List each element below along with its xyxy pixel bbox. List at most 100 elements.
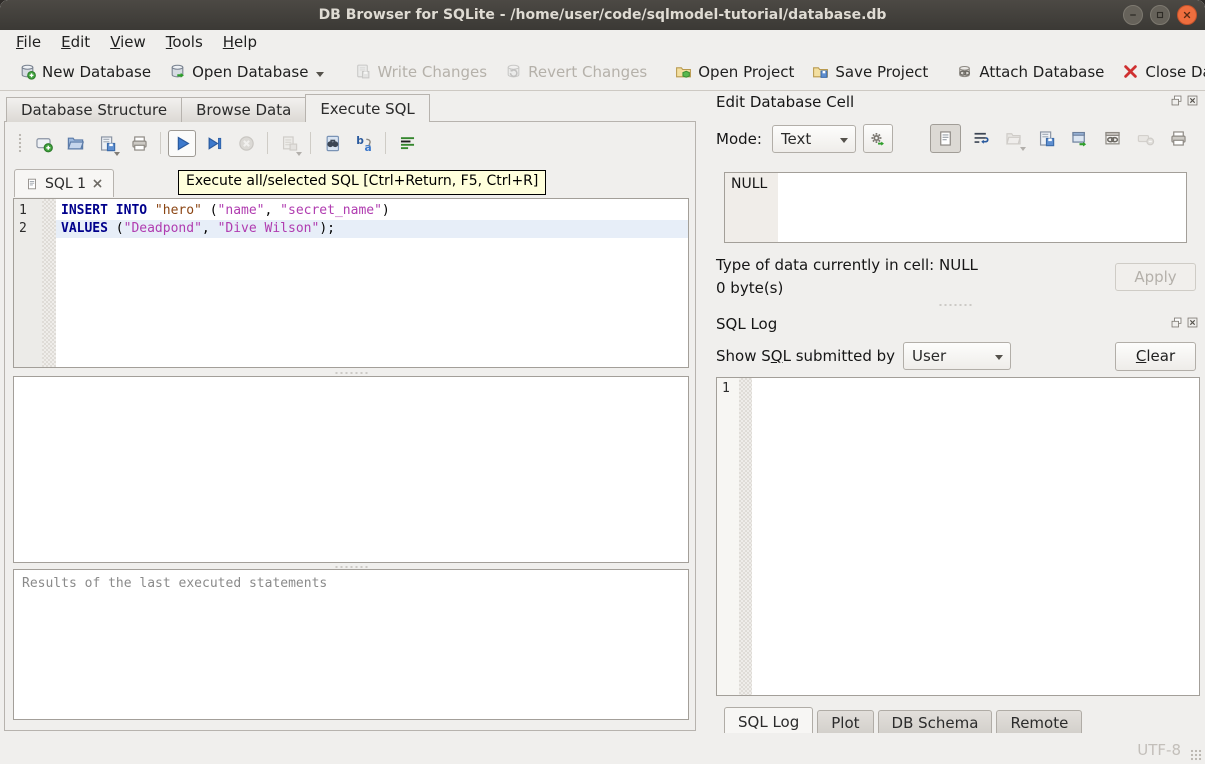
encoding-label: UTF-8 xyxy=(1137,741,1181,759)
save-sql-file-button[interactable] xyxy=(93,130,121,157)
sql-tab-close-icon[interactable] xyxy=(92,178,103,189)
dock-float-icon[interactable] xyxy=(1170,94,1183,107)
show-sql-label: Show SQL submitted by xyxy=(716,347,895,365)
close-button[interactable] xyxy=(1177,5,1197,25)
sql-document-icon xyxy=(25,177,39,191)
menu-file[interactable]: File xyxy=(6,32,51,52)
save-project-icon xyxy=(812,63,829,80)
format-sql-icon xyxy=(398,134,417,153)
write-changes-button[interactable]: Write Changes xyxy=(345,58,496,86)
open-database-button[interactable]: Open Database xyxy=(160,58,333,86)
revert-changes-button[interactable]: Revert Changes xyxy=(496,58,656,86)
text-mode-toggle[interactable] xyxy=(930,124,961,153)
stop-execution-button[interactable] xyxy=(232,130,260,157)
mode-select[interactable]: Text xyxy=(772,125,856,153)
menu-edit[interactable]: Edit xyxy=(51,32,100,52)
dock-float-icon[interactable] xyxy=(1170,316,1183,329)
minimize-button[interactable] xyxy=(1123,5,1143,25)
export-cell-button[interactable] xyxy=(1033,126,1060,152)
tab-db-schema[interactable]: DB Schema xyxy=(878,710,993,734)
code-line[interactable]: 2VALUES ("Deadpond", "Dive Wilson"); xyxy=(14,220,688,238)
left-pane: Database Structure Browse Data Execute S… xyxy=(0,91,700,733)
cell-editor[interactable]: NULL xyxy=(724,172,1187,243)
tab-database-structure[interactable]: Database Structure xyxy=(6,97,182,122)
results-message-area[interactable]: Results of the last executed statements xyxy=(13,569,689,720)
tab-plot[interactable]: Plot xyxy=(817,710,873,734)
apply-button[interactable]: Apply xyxy=(1115,263,1196,291)
new-database-icon xyxy=(19,63,36,80)
save-sql-file-icon xyxy=(98,134,117,153)
save-results-dropdown-arrow[interactable] xyxy=(296,152,302,156)
titlebar[interactable]: DB Browser for SQLite - /home/user/code/… xyxy=(0,0,1205,30)
close-database-button[interactable]: Close Database xyxy=(1113,58,1205,86)
close-database-icon xyxy=(1122,63,1139,80)
text-document-icon xyxy=(936,129,955,148)
results-grid[interactable] xyxy=(13,376,689,563)
tab-browse-data[interactable]: Browse Data xyxy=(181,97,306,122)
save-project-button[interactable]: Save Project xyxy=(803,58,937,86)
find-icon xyxy=(323,134,342,153)
export-file-icon xyxy=(1037,129,1056,148)
attach-database-button[interactable]: Attach Database xyxy=(947,58,1113,86)
menu-view[interactable]: View xyxy=(100,32,156,52)
menu-help[interactable]: Help xyxy=(213,32,267,52)
menu-tools[interactable]: Tools xyxy=(156,32,213,52)
execute-all-button[interactable] xyxy=(168,130,196,157)
new-sql-tab-button[interactable] xyxy=(29,130,57,157)
open-sql-file-icon xyxy=(66,134,85,153)
dock-close-icon[interactable] xyxy=(1186,316,1199,329)
open-external-button[interactable] xyxy=(1066,126,1093,152)
sql-log-area[interactable]: 1 xyxy=(716,377,1200,696)
link-icon xyxy=(1103,129,1122,148)
cell-type-info: Type of data currently in cell: NULL xyxy=(716,256,978,274)
code-text: INSERT INTO "hero" ("name", "secret_name… xyxy=(56,202,688,220)
open-sql-file-button[interactable] xyxy=(61,130,89,157)
execute-current-line-button[interactable] xyxy=(200,130,228,157)
print-icon xyxy=(1169,129,1188,148)
cell-size-info: 0 byte(s) xyxy=(716,279,783,297)
import-dropdown-arrow[interactable] xyxy=(1020,147,1026,151)
right-pane: Edit Database Cell Mode: Text xyxy=(704,91,1205,733)
sql-tab[interactable]: SQL 1 xyxy=(14,169,114,197)
print-sql-button[interactable] xyxy=(125,130,153,157)
find-replace-button[interactable] xyxy=(350,130,378,157)
bottom-tabbar: SQL Log Plot DB Schema Remote xyxy=(724,707,1086,734)
cell-edit-area[interactable] xyxy=(778,173,1186,242)
tab-execute-sql[interactable]: Execute SQL xyxy=(305,94,429,122)
save-results-button[interactable] xyxy=(275,130,303,157)
line-number: 2 xyxy=(14,220,42,238)
open-database-dropdown-arrow[interactable] xyxy=(316,72,324,77)
line-number: 1 xyxy=(14,202,42,220)
dock-splitter[interactable] xyxy=(938,304,972,306)
tab-sql-log[interactable]: SQL Log xyxy=(724,707,813,734)
sql-log-filter-value: User xyxy=(912,347,946,365)
log-line-number: 1 xyxy=(717,378,1199,396)
sql-log-filter-select[interactable]: User xyxy=(903,342,1011,370)
clear-log-button[interactable]: Clear xyxy=(1115,342,1196,371)
main-content: Database Structure Browse Data Execute S… xyxy=(0,91,1205,733)
code-line[interactable]: 1 INSERT INTO "hero" ("name", "secret_nam… xyxy=(14,202,688,220)
execute-play-icon xyxy=(173,134,192,153)
open-project-icon xyxy=(675,63,692,80)
editor-results-splitter[interactable] xyxy=(13,369,689,376)
import-cell-button[interactable] xyxy=(1000,126,1027,152)
link-data-button[interactable] xyxy=(1099,126,1126,152)
find-button[interactable] xyxy=(318,130,346,157)
apply-data-button[interactable] xyxy=(863,124,893,153)
save-sql-dropdown-arrow[interactable] xyxy=(114,152,120,156)
sql-editor[interactable]: 1 INSERT INTO "hero" ("name", "secret_nam… xyxy=(13,198,689,368)
resize-grip[interactable] xyxy=(1190,749,1202,761)
sql-toolbar-drag-handle[interactable] xyxy=(18,133,22,153)
maximize-button[interactable] xyxy=(1150,5,1170,25)
set-null-button[interactable] xyxy=(1132,126,1159,152)
tab-remote[interactable]: Remote xyxy=(996,710,1082,734)
format-sql-button[interactable] xyxy=(393,130,421,157)
dock-close-icon[interactable] xyxy=(1186,94,1199,107)
word-wrap-toggle[interactable] xyxy=(967,126,994,152)
open-project-button[interactable]: Open Project xyxy=(666,58,803,86)
edit-cell-dock-controls xyxy=(1170,94,1199,107)
gear-apply-icon xyxy=(869,130,886,147)
open-database-icon xyxy=(169,63,186,80)
new-database-button[interactable]: New Database xyxy=(10,58,160,86)
print-cell-button[interactable] xyxy=(1165,126,1192,152)
